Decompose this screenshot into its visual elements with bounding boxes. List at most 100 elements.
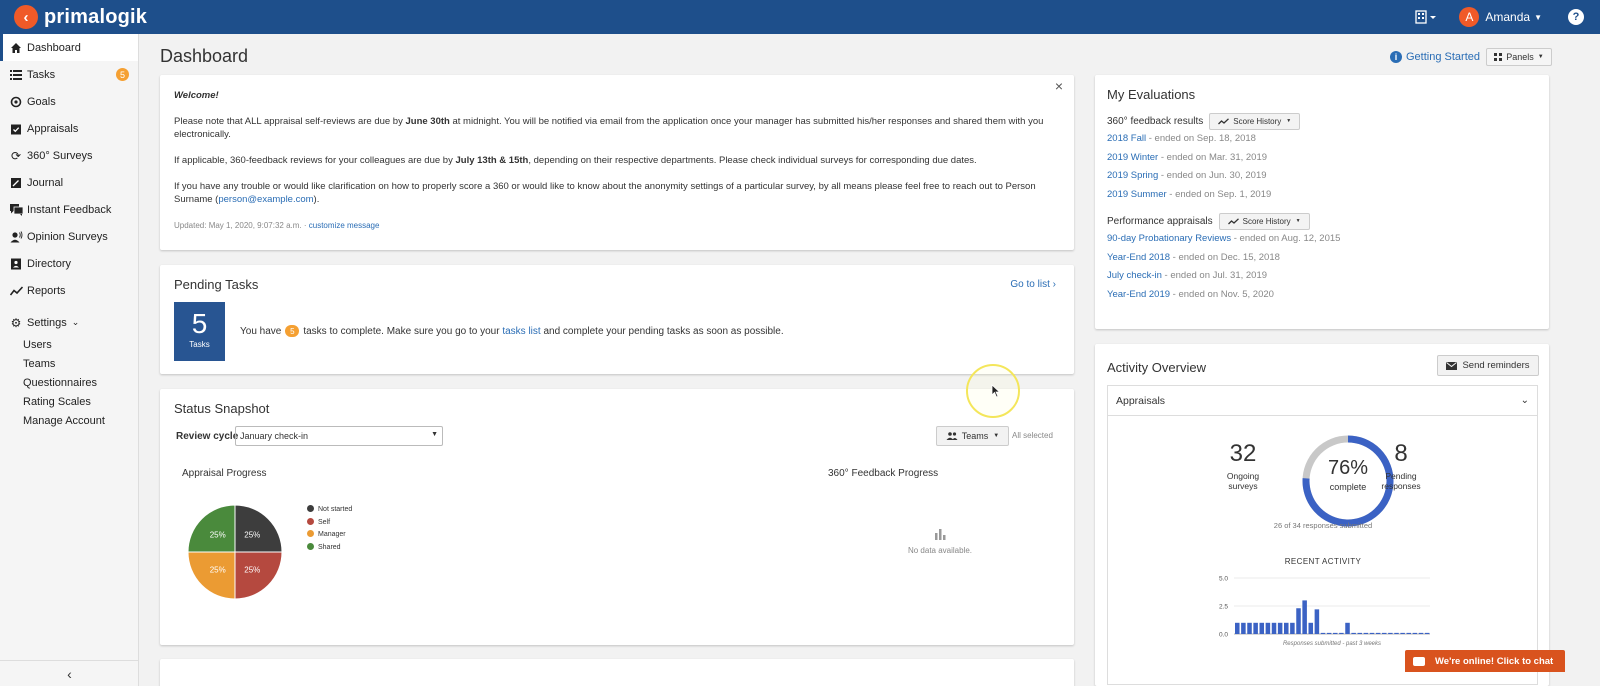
activity-bar[interactable] bbox=[1326, 632, 1332, 634]
sidebar-subitem-manage-account[interactable]: Manage Account bbox=[0, 412, 138, 431]
activity-bar[interactable] bbox=[1339, 632, 1344, 634]
activity-bar[interactable] bbox=[1271, 622, 1277, 634]
feedback-progress-title: 360° Feedback Progress bbox=[828, 468, 939, 479]
activity-bar[interactable] bbox=[1314, 609, 1320, 634]
feedback-link[interactable]: 2019 Summer bbox=[1107, 189, 1167, 200]
activity-bar[interactable] bbox=[1400, 632, 1405, 634]
activity-bar[interactable] bbox=[1235, 622, 1240, 634]
sidebar-item-tasks[interactable]: Tasks 5 bbox=[0, 61, 138, 88]
legend-item[interactable]: Self bbox=[307, 517, 352, 530]
feedback-link[interactable]: 2019 Spring bbox=[1107, 170, 1158, 181]
activity-bar[interactable] bbox=[1308, 622, 1314, 634]
sidebar-item-360-surveys[interactable]: ⟳ 360° Surveys bbox=[0, 142, 138, 169]
caret-down-icon: ▼ bbox=[993, 433, 1000, 439]
logo[interactable]: ‹ primalogik bbox=[14, 5, 147, 29]
feedback-link[interactable]: 2019 Winter bbox=[1107, 152, 1158, 163]
legend-item[interactable]: Manager bbox=[307, 529, 352, 542]
getting-started-link[interactable]: i Getting Started bbox=[1390, 51, 1480, 63]
teams-filter-button[interactable]: Teams ▼ bbox=[936, 426, 1009, 446]
sidebar-item-appraisals[interactable]: Appraisals bbox=[0, 115, 138, 142]
activity-bar[interactable] bbox=[1375, 632, 1381, 634]
sidebar-subitem-questionnaires[interactable]: Questionnaires bbox=[0, 374, 138, 393]
sidebar-subitem-rating-scales[interactable]: Rating Scales bbox=[0, 393, 138, 412]
sidebar-item-directory[interactable]: Directory bbox=[0, 250, 138, 277]
avatar[interactable]: A bbox=[1459, 7, 1480, 27]
review-cycle-select[interactable]: January check-in ▼ bbox=[235, 426, 443, 446]
activity-bar[interactable] bbox=[1247, 622, 1252, 634]
activity-bar[interactable] bbox=[1296, 608, 1301, 634]
caret-down-icon: ▼ bbox=[1537, 54, 1544, 60]
feedback-ended: - ended on Jun. 30, 2019 bbox=[1158, 170, 1267, 181]
pie-slice-not-started[interactable] bbox=[234, 504, 283, 553]
sidebar-item-label: Appraisals bbox=[27, 122, 79, 135]
perf-link[interactable]: Year-End 2018 bbox=[1107, 252, 1170, 263]
sidebar-item-reports[interactable]: Reports bbox=[0, 277, 138, 304]
activity-bar[interactable] bbox=[1412, 632, 1418, 634]
task-count-tile[interactable]: 5 Tasks bbox=[174, 302, 225, 361]
activity-bar[interactable] bbox=[1241, 622, 1246, 634]
target-icon bbox=[9, 95, 23, 109]
user-menu[interactable]: Amanda bbox=[1485, 10, 1530, 24]
activity-bar[interactable] bbox=[1253, 622, 1258, 634]
sidebar-item-settings[interactable]: ⚙ Settings ⌄ bbox=[0, 309, 138, 336]
customize-message-link[interactable]: customize message bbox=[309, 221, 380, 230]
activity-bar[interactable] bbox=[1290, 622, 1295, 634]
feedback-row: 2019 Winter - ended on Mar. 31, 2019 bbox=[1107, 149, 1537, 168]
help-icon[interactable]: ? bbox=[1568, 9, 1584, 25]
panels-button[interactable]: Panels ▼ bbox=[1486, 48, 1552, 66]
grid-icon bbox=[1494, 53, 1503, 61]
perf-link[interactable]: July check-in bbox=[1107, 270, 1162, 281]
activity-bar[interactable] bbox=[1284, 622, 1289, 634]
collapse-sidebar-button[interactable]: ‹ bbox=[0, 660, 139, 686]
activity-bar[interactable] bbox=[1388, 632, 1393, 634]
contact-email-link[interactable]: person@example.com bbox=[218, 194, 313, 205]
activity-bar[interactable] bbox=[1345, 622, 1350, 634]
feedback-score-history-button[interactable]: Score History ▼ bbox=[1209, 112, 1301, 130]
sidebar-item-opinion-surveys[interactable]: Opinion Surveys bbox=[0, 223, 138, 250]
chat-widget-button[interactable]: We're online! Click to chat bbox=[1405, 650, 1565, 672]
activity-bar[interactable] bbox=[1265, 622, 1271, 634]
activity-bar[interactable] bbox=[1357, 632, 1363, 634]
activity-bar[interactable] bbox=[1259, 622, 1265, 634]
tasks-list-link[interactable]: tasks list bbox=[502, 326, 540, 337]
sidebar-subitem-teams[interactable]: Teams bbox=[0, 355, 138, 374]
perf-row: July check-in - ended on Jul. 31, 2019 bbox=[1107, 267, 1537, 286]
activity-bar[interactable] bbox=[1369, 632, 1375, 634]
activity-bar[interactable] bbox=[1302, 600, 1307, 634]
activity-bar[interactable] bbox=[1382, 632, 1387, 634]
sidebar-item-dashboard[interactable]: Dashboard bbox=[0, 34, 138, 61]
sidebar-item-label: Goals bbox=[27, 95, 56, 108]
activity-bar[interactable] bbox=[1351, 632, 1356, 634]
pie-slice-shared[interactable] bbox=[187, 504, 236, 553]
home-icon bbox=[9, 41, 23, 55]
perf-link[interactable]: 90-day Probationary Reviews bbox=[1107, 233, 1231, 244]
activity-bar[interactable] bbox=[1320, 632, 1326, 634]
activity-bar[interactable] bbox=[1333, 632, 1338, 634]
legend-item[interactable]: Not started bbox=[307, 504, 352, 517]
activity-bar[interactable] bbox=[1424, 632, 1430, 634]
panels-label: Panels bbox=[1506, 52, 1534, 62]
sidebar-subitem-users[interactable]: Users bbox=[0, 336, 138, 355]
pie-slice-self[interactable] bbox=[234, 551, 283, 600]
feedback-link[interactable]: 2018 Fall bbox=[1107, 133, 1146, 144]
close-icon[interactable]: × bbox=[1055, 79, 1063, 93]
perf-link[interactable]: Year-End 2019 bbox=[1107, 289, 1170, 300]
activity-bar[interactable] bbox=[1394, 632, 1399, 634]
list-icon bbox=[9, 68, 23, 82]
activity-bar[interactable] bbox=[1418, 632, 1424, 634]
activity-bar[interactable] bbox=[1406, 632, 1412, 634]
sidebar-item-journal[interactable]: Journal bbox=[0, 169, 138, 196]
sidebar-item-goals[interactable]: Goals bbox=[0, 88, 138, 115]
pie-slice-manager[interactable] bbox=[187, 551, 236, 600]
legend-item[interactable]: Shared bbox=[307, 542, 352, 555]
go-to-list-link[interactable]: Go to list › bbox=[1010, 279, 1056, 290]
appraisals-panel-header[interactable]: Appraisals ⌄ bbox=[1108, 386, 1537, 416]
perf-score-history-button[interactable]: Score History ▼ bbox=[1218, 212, 1310, 230]
organization-icon[interactable] bbox=[1415, 9, 1437, 25]
sidebar-item-instant-feedback[interactable]: Instant Feedback bbox=[0, 196, 138, 223]
activity-bar[interactable] bbox=[1363, 632, 1369, 634]
pie-slice-label: 25% bbox=[210, 565, 226, 574]
activity-bar[interactable] bbox=[1277, 622, 1283, 634]
send-reminders-button[interactable]: Send reminders bbox=[1437, 355, 1539, 376]
pending-tasks-title: Pending Tasks bbox=[174, 277, 259, 292]
